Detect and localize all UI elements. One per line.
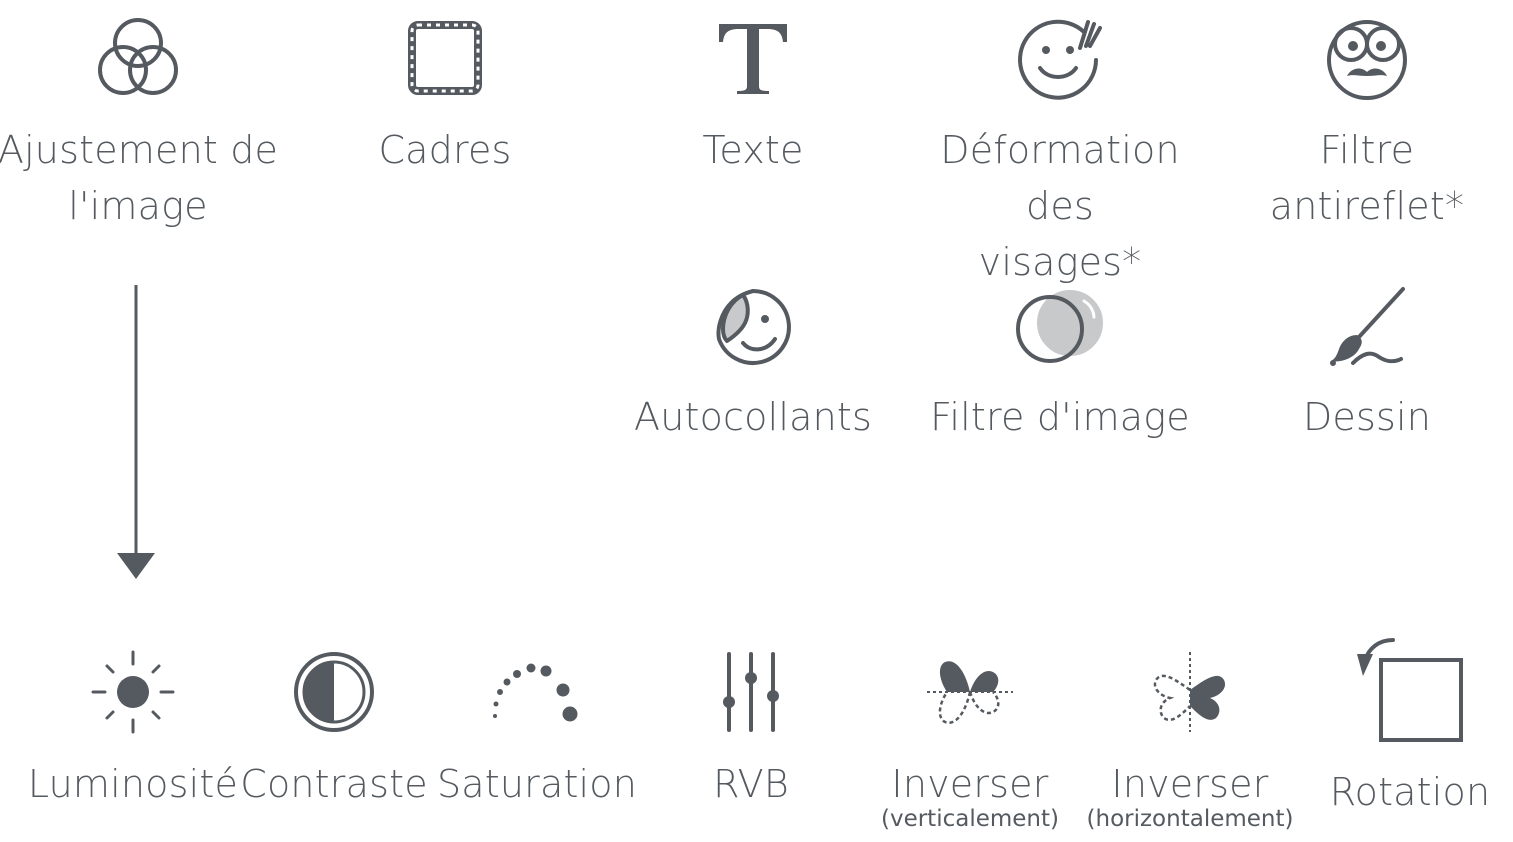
text-t-icon (719, 24, 787, 94)
tool-anti-glare[interactable]: Filtre antireflet* (1217, 16, 1513, 234)
sticker-icon (716, 288, 791, 365)
tool-drawing[interactable]: Dessin (1217, 287, 1513, 445)
rotate-square-icon (1357, 638, 1463, 742)
filter-circles-icon (1016, 290, 1103, 363)
tool-frames[interactable]: Cadres (295, 20, 595, 178)
saturation-dots-icon (493, 663, 578, 722)
glasses-mustache-face-icon (1327, 20, 1407, 100)
tool-label: Autocollants (634, 395, 872, 439)
tool-label: Dessin (1302, 395, 1432, 439)
tool-label: Texte (702, 128, 804, 172)
tool-face-warp[interactable]: Déformation des visages* (910, 16, 1210, 290)
tool-stickers[interactable]: Autocollants (603, 287, 903, 445)
butterfly-flip-vertical-icon (927, 661, 1013, 724)
tool-label: Déformation des visages* (940, 128, 1180, 284)
tool-label: Cadres (378, 128, 512, 172)
tool-image-adjust[interactable]: Ajustement de l'image (0, 16, 288, 234)
butterfly-flip-horizontal-icon (1153, 652, 1226, 732)
tool-label: Ajustement de l'image (0, 128, 279, 228)
contrast-icon (294, 652, 374, 732)
paintbrush-icon (1330, 287, 1405, 366)
sun-icon (91, 650, 175, 734)
tool-rotation[interactable]: Rotation (1260, 636, 1513, 820)
tool-label: Filtre antireflet* (1269, 128, 1465, 228)
down-arrow-icon (117, 285, 155, 579)
three-circles-icon (98, 18, 178, 95)
frame-icon (408, 21, 482, 95)
smiley-face-icon (1018, 19, 1102, 100)
tool-text[interactable]: Texte (603, 20, 903, 178)
tool-image-filter[interactable]: Filtre d'image (910, 287, 1210, 445)
tool-label: Filtre d'image (930, 395, 1190, 439)
tool-label: Rotation (1329, 770, 1491, 814)
sliders-icon (723, 652, 779, 732)
